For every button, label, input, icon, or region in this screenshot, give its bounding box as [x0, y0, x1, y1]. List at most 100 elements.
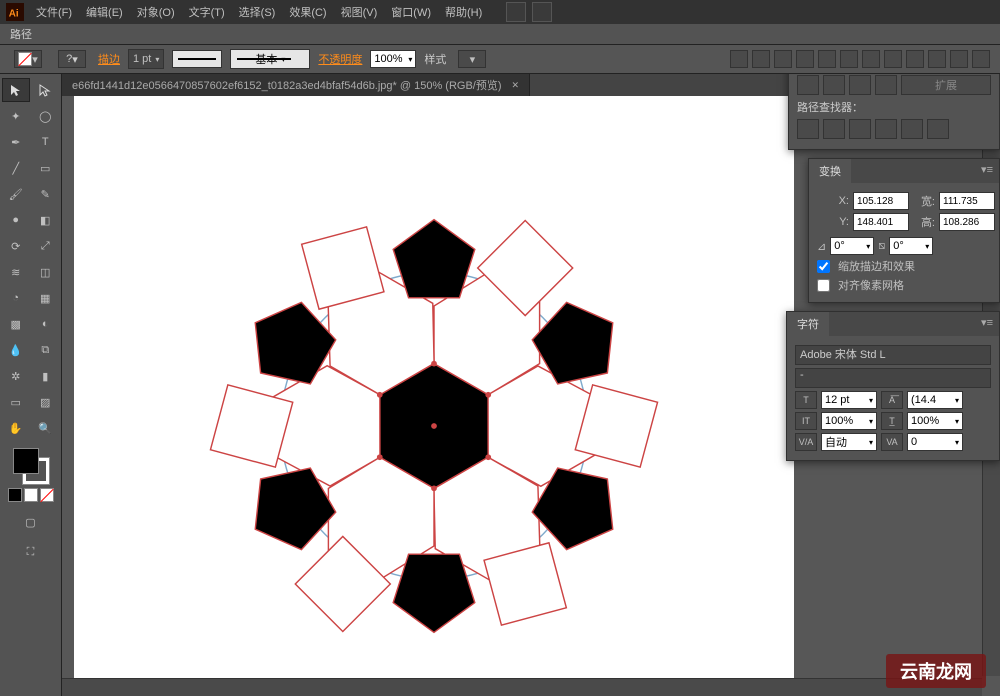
menu-window[interactable]: 窗口(W) [385, 2, 437, 22]
outline-icon[interactable] [901, 119, 923, 139]
intersect-icon[interactable] [849, 75, 871, 95]
shape-builder-tool[interactable]: ◔ [2, 286, 30, 310]
minus-front-icon[interactable] [823, 75, 845, 95]
magic-wand-tool[interactable]: ✦ [2, 104, 30, 128]
artboard-tool[interactable]: ▭ [2, 390, 30, 414]
menu-effect[interactable]: 效果(C) [283, 2, 332, 22]
tracking-input[interactable]: 0▾ [907, 433, 963, 451]
eyedropper-tool[interactable]: 💧 [2, 338, 30, 362]
stroke-profile-dropdown[interactable] [172, 50, 222, 68]
h-input[interactable] [939, 213, 995, 231]
align-to-icon[interactable] [906, 50, 924, 68]
opacity-input[interactable]: 100%▾ [370, 50, 416, 68]
isolate-icon[interactable] [950, 50, 968, 68]
selection-tool[interactable] [2, 78, 30, 102]
unite-icon[interactable] [797, 75, 819, 95]
column-graph-tool[interactable]: ▮ [32, 364, 60, 388]
tab-character[interactable]: 字符 [787, 312, 829, 336]
menu-select[interactable]: 选择(S) [233, 2, 282, 22]
gradient-tool[interactable]: ◐ [32, 312, 60, 336]
opacity-label-link[interactable]: 不透明度 [318, 51, 362, 67]
slice-tool[interactable]: ▨ [32, 390, 60, 414]
menu-object[interactable]: 对象(O) [131, 2, 181, 22]
panel-menu-icon[interactable]: ▾≡ [975, 159, 999, 183]
font-style-dropdown[interactable]: - [795, 368, 991, 388]
mesh-tool[interactable]: ▩ [2, 312, 30, 336]
lasso-tool[interactable]: ◯ [32, 104, 60, 128]
type-tool[interactable]: T [32, 130, 60, 154]
document-tab[interactable]: e66fd1441d12e0566470857602ef6152_t0182a3… [62, 74, 530, 96]
free-transform-tool[interactable]: ◫ [32, 260, 60, 284]
draw-mode-normal-icon[interactable]: ▢ [17, 510, 45, 534]
align-top-icon[interactable] [796, 50, 814, 68]
brush-definition-dropdown[interactable]: 基本▾ [230, 49, 310, 69]
kerning-input[interactable]: 自动▾ [821, 433, 877, 451]
hand-tool[interactable]: ✋ [2, 416, 30, 440]
graphic-style-dropdown[interactable]: ▾ [458, 50, 486, 68]
screen-mode-icon[interactable]: ⛶ [17, 540, 45, 564]
tab-transform[interactable]: 变换 [809, 159, 851, 183]
hscale-input[interactable]: 100%▾ [907, 412, 963, 430]
width-tool[interactable]: ≋ [2, 260, 30, 284]
y-input[interactable] [853, 213, 909, 231]
blend-tool[interactable]: ⧉ [32, 338, 60, 362]
menu-view[interactable]: 视图(V) [335, 2, 384, 22]
exclude-icon[interactable] [875, 75, 897, 95]
merge-icon[interactable] [849, 119, 871, 139]
pencil-tool[interactable]: ✎ [32, 182, 60, 206]
zoom-tool[interactable]: 🔍 [32, 416, 60, 440]
expand-button[interactable]: 扩展 [901, 75, 991, 95]
panel-menu-icon[interactable]: ▾≡ [975, 312, 999, 336]
menu-help[interactable]: 帮助(H) [439, 2, 488, 22]
close-tab-icon[interactable]: ✕ [512, 80, 520, 91]
direct-selection-tool[interactable] [32, 78, 59, 102]
font-size-input[interactable]: 12 pt▾ [821, 391, 877, 409]
w-input[interactable] [939, 192, 995, 210]
canvas[interactable] [74, 96, 794, 686]
symbol-sprayer-tool[interactable]: ✲ [2, 364, 30, 388]
help-dropdown[interactable]: ?▾ [58, 50, 86, 68]
rectangle-tool[interactable]: ▭ [32, 156, 60, 180]
align-center-h-icon[interactable] [752, 50, 770, 68]
distribute-h-icon[interactable] [862, 50, 880, 68]
crop-icon[interactable] [875, 119, 897, 139]
fill-swatch-dropdown[interactable]: ▾ [14, 50, 42, 68]
pen-tool[interactable]: ✒ [2, 130, 30, 154]
align-right-icon[interactable] [774, 50, 792, 68]
menu-file[interactable]: 文件(F) [30, 2, 78, 22]
shear-input[interactable]: 0°▾ [889, 237, 933, 255]
fill-swatch[interactable] [13, 448, 39, 474]
vscale-input[interactable]: 100%▾ [821, 412, 877, 430]
font-family-dropdown[interactable]: Adobe 宋体 Std L [795, 345, 991, 365]
menu-edit[interactable]: 编辑(E) [80, 2, 129, 22]
trim-icon[interactable] [823, 119, 845, 139]
scale-tool[interactable]: ⤢ [32, 234, 60, 258]
horizontal-scrollbar[interactable] [62, 678, 982, 696]
color-mode-icon[interactable] [8, 488, 22, 502]
none-mode-icon[interactable] [40, 488, 54, 502]
blob-brush-tool[interactable]: ● [2, 208, 30, 232]
eraser-tool[interactable]: ◧ [32, 208, 60, 232]
brush-tool[interactable]: 🖌 [2, 182, 30, 206]
scale-strokes-checkbox[interactable] [817, 260, 830, 273]
fill-stroke-swatch[interactable] [13, 448, 49, 484]
divide-icon[interactable] [797, 119, 819, 139]
arrange-docs-icon[interactable] [532, 2, 552, 22]
menu-type[interactable]: 文字(T) [183, 2, 231, 22]
leading-input[interactable]: (14.4▾ [907, 391, 963, 409]
edit-icon[interactable] [972, 50, 990, 68]
align-pixel-checkbox[interactable] [817, 279, 830, 292]
line-tool[interactable]: ╱ [2, 156, 30, 180]
minus-back-icon[interactable] [927, 119, 949, 139]
rotate-input[interactable]: 0°▾ [830, 237, 874, 255]
align-middle-v-icon[interactable] [818, 50, 836, 68]
gradient-mode-icon[interactable] [24, 488, 38, 502]
align-bottom-icon[interactable] [840, 50, 858, 68]
stroke-weight-input[interactable]: 1 pt▾ [128, 49, 164, 69]
transform-panel-icon[interactable] [928, 50, 946, 68]
artwork-soccer-ball[interactable] [194, 186, 674, 666]
bridge-icon[interactable] [506, 2, 526, 22]
align-left-icon[interactable] [730, 50, 748, 68]
distribute-v-icon[interactable] [884, 50, 902, 68]
stroke-label-link[interactable]: 描边 [98, 51, 120, 67]
